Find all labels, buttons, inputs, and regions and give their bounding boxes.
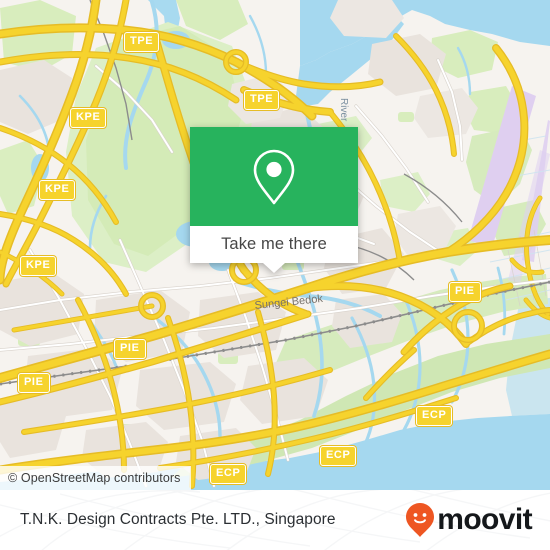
highway-shield-kpe: KPE [39, 180, 76, 200]
moovit-wordmark: moovit [437, 503, 532, 536]
popup-pin-area [190, 127, 358, 226]
page-title: T.N.K. Design Contracts Pte. LTD., Singa… [20, 511, 336, 528]
popup-action-bar[interactable]: Take me there [190, 226, 358, 273]
highway-shield-ecp: ECP [210, 464, 247, 484]
location-pin-icon [253, 149, 295, 204]
attribution-text: © OpenStreetMap contributors [8, 471, 181, 485]
highway-shield-pie: PIE [18, 373, 50, 393]
highway-shield-kpe: KPE [20, 256, 57, 276]
highway-shield-tpe: TPE [244, 90, 280, 110]
map-page: Sungei Bedok River TPE TPE KPE KPE KPE PIE PIE… [0, 0, 550, 550]
highway-shield-ecp: ECP [320, 446, 357, 466]
map-attribution[interactable]: © OpenStreetMap contributors [0, 466, 191, 490]
highway-shield-pie: PIE [449, 282, 481, 302]
highway-shield-tpe: TPE [124, 32, 160, 52]
page-footer: T.N.K. Design Contracts Pte. LTD., Singa… [0, 490, 550, 550]
take-me-there-popup[interactable]: Take me there [190, 127, 358, 273]
moovit-smiling-pin-icon [406, 503, 435, 537]
highway-shield-pie: PIE [114, 339, 146, 359]
place-label-river: River [338, 98, 349, 122]
take-me-there-label: Take me there [221, 235, 327, 253]
highway-shield-ecp: ECP [416, 406, 453, 426]
popup-pointer-tail [263, 263, 285, 273]
moovit-logo[interactable]: moovit [405, 502, 533, 538]
highway-shield-kpe: KPE [70, 108, 107, 128]
